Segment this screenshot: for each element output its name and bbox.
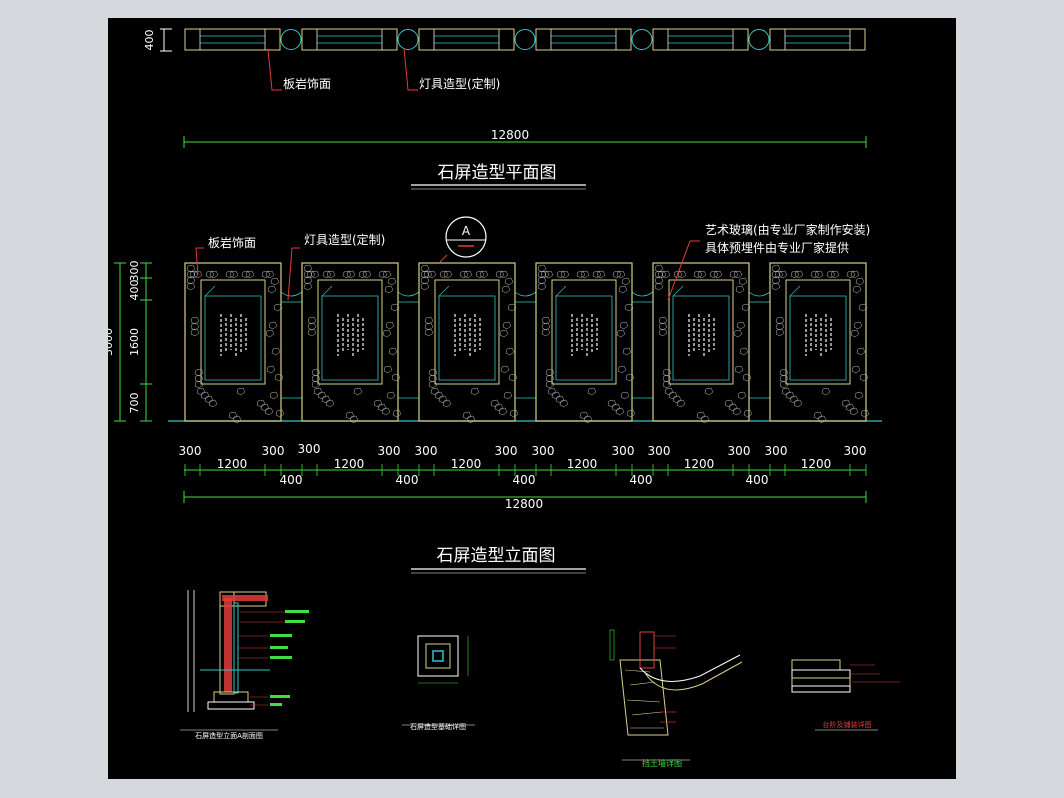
top-dim-300: 300 [612, 444, 635, 458]
panel-dim-1200: 1200 [451, 457, 482, 471]
detail-4-title: 台阶及铺装详图 [823, 720, 872, 729]
plan-lamp [631, 29, 653, 50]
elevation-panel [301, 262, 402, 424]
plan-panel [418, 28, 515, 51]
elevation-panel [652, 262, 753, 424]
plan-lamp [280, 29, 302, 50]
gap-dim-400: 400 [513, 473, 536, 487]
plan-lamp [397, 29, 419, 50]
v-dim-300: 300 [128, 261, 141, 282]
plan-panel [301, 28, 398, 51]
gap-dim-400: 400 [630, 473, 653, 487]
gap-dim-400: 400 [746, 473, 769, 487]
plan-height-dimension [160, 28, 172, 52]
panel-dim-1200: 1200 [217, 457, 248, 471]
elevation-panel [418, 262, 519, 424]
plan-title: 石屏造型平面图 [438, 163, 557, 183]
top-dim-300: 300 [648, 444, 671, 458]
plan-panel [184, 28, 281, 51]
plan-lamps [280, 29, 770, 50]
elevation-panel [184, 262, 285, 424]
elevation-panel [769, 262, 870, 424]
detail-paving [791, 659, 900, 731]
top-dim-300: 300 [179, 444, 202, 458]
plan-lamp [514, 29, 536, 50]
top-dim-300: 300 [262, 444, 285, 458]
horizontal-dimensions: 300 300 300 300 300 300 300 300 300 300 300 300 1200… [179, 442, 867, 503]
elev-label-slate: 板岩饰面 [208, 235, 256, 250]
elevation-panels [184, 262, 870, 424]
top-dim-300: 300 [495, 444, 518, 458]
elevation-title: 石屏造型立面图 [437, 546, 556, 566]
plan-total-text: 12800 [491, 128, 529, 142]
elev-label-lamp: 灯具造型(定制) [304, 232, 385, 247]
plan-panel [535, 28, 632, 51]
elevation-panel [535, 262, 636, 424]
detail-retaining-wall [609, 629, 743, 761]
detail-2-title: 石屏造型基础详图 [410, 722, 466, 731]
plan-height-text: 400 [143, 30, 156, 51]
gap-dim-400: 400 [396, 473, 419, 487]
plan-panel [652, 28, 749, 51]
plan-view: 400 板岩饰面 灯具造型(定制) 12800 石屏造型平面图 [143, 28, 867, 190]
v-dim-400: 400 [128, 280, 141, 301]
top-dim-300: 300 [844, 444, 867, 458]
detail-base [402, 635, 475, 726]
top-dim-300: 300 [415, 444, 438, 458]
v-dim-total: 3000 [108, 328, 115, 356]
panel-dim-1200: 1200 [334, 457, 365, 471]
section-mark-text: A [462, 224, 471, 238]
panel-dim-1200: 1200 [567, 457, 598, 471]
plan-panel [769, 28, 866, 51]
panel-dim-1200: 1200 [801, 457, 832, 471]
plan-label-slate: 板岩饰面 [283, 76, 331, 91]
top-dim-300: 300 [378, 444, 401, 458]
plan-label-lamp: 灯具造型(定制) [419, 76, 500, 91]
v-dim-700: 700 [128, 393, 141, 414]
detail-3-title: 挡土墙详图 [642, 758, 682, 768]
v-dim-1600: 1600 [128, 328, 141, 356]
elev-label-glass-2: 具体预埋件由专业厂家提供 [705, 240, 849, 255]
elev-total-text: 12800 [505, 497, 543, 511]
detail-section-a [180, 590, 309, 731]
detail-1-title: 石屏造型立面A剖面图 [195, 731, 263, 740]
elevation-view: A 板岩饰面 灯具造型(定制) 艺术玻璃(由专业厂家制作安装) 具体预埋件由专业… [102, 216, 882, 574]
plan-panels [184, 28, 866, 51]
lamp-connectors [280, 291, 771, 399]
top-dim-300: 300 [532, 444, 555, 458]
elevation-leaders [195, 240, 700, 301]
top-dim-300: 300 [298, 442, 321, 456]
cad-drawing: 400 板岩饰面 灯具造型(定制) 12800 石屏造型平面图 A 板岩饰面 灯… [102, 28, 900, 768]
plan-lamp [748, 29, 770, 50]
cad-viewport[interactable]: 400 板岩饰面 灯具造型(定制) 12800 石屏造型平面图 A 板岩饰面 灯… [102, 18, 956, 779]
elev-label-glass-1: 艺术玻璃(由专业厂家制作安装) [705, 222, 870, 237]
panel-dim-1200: 1200 [684, 457, 715, 471]
top-dim-300: 300 [728, 444, 751, 458]
top-dim-300: 300 [765, 444, 788, 458]
gap-dim-400: 400 [280, 473, 303, 487]
